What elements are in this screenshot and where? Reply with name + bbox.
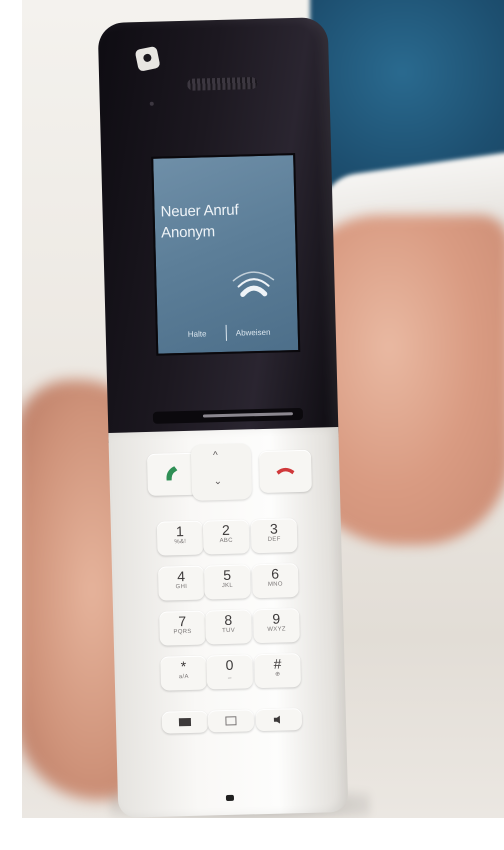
status-led — [149, 101, 154, 106]
messages-button[interactable] — [161, 710, 209, 734]
nav-up-arrow[interactable]: ^ — [213, 450, 218, 461]
key-5[interactable]: 5 JKL — [203, 564, 251, 600]
key-0[interactable]: 0 _ — [206, 654, 254, 690]
caller-title: Neuer Anruf — [160, 201, 239, 221]
key-3[interactable]: 3 DEF — [250, 518, 298, 554]
end-call-icon — [276, 467, 295, 475]
bottom-margin — [0, 818, 504, 850]
softkey-accept[interactable]: Halte — [188, 329, 207, 338]
speaker-button[interactable] — [255, 708, 303, 732]
softkey-bar: Halte Abweisen — [158, 323, 298, 345]
menu-icon — [225, 716, 237, 726]
photo-scene: Neuer Anruf Anonym Halte Abweisen ^ ⌄ 1 … — [0, 0, 504, 850]
softkey-divider — [225, 324, 227, 341]
key-6[interactable]: 6 MNO — [251, 563, 299, 599]
phone-top-panel: Neuer Anruf Anonym Halte Abweisen — [97, 17, 339, 444]
brand-logo — [134, 45, 161, 72]
speaker-icon — [273, 715, 281, 724]
nav-down-arrow[interactable]: ⌄ — [214, 476, 223, 487]
menu-button[interactable] — [207, 709, 255, 733]
key-9[interactable]: 9 WXYZ — [253, 608, 300, 644]
keypad-panel: ^ ⌄ 1 %&! 2 ABC 3 DEF 4 GHI 5 JKL 6 MNO 7 PQRS … — [108, 426, 349, 818]
caller-name: Anonym — [160, 223, 216, 242]
ringing-handset-icon — [232, 271, 275, 297]
cordless-phone: Neuer Anruf Anonym Halte Abweisen ^ ⌄ 1 … — [97, 17, 349, 818]
left-margin — [0, 0, 22, 850]
call-icon — [166, 466, 178, 481]
navigation-key[interactable]: ^ ⌄ — [190, 443, 253, 501]
key-star[interactable]: * a/A — [160, 655, 208, 691]
key-8[interactable]: 8 TUV — [205, 609, 252, 645]
key-7[interactable]: 7 PQRS — [159, 610, 206, 646]
key-hash[interactable]: # ⊕ — [254, 653, 302, 689]
end-call-button[interactable] — [258, 449, 312, 494]
key-2[interactable]: 2 ABC — [202, 519, 250, 555]
earpiece-speaker — [187, 76, 258, 91]
key-4[interactable]: 4 GHI — [157, 565, 205, 601]
key-1[interactable]: 1 %&! — [156, 520, 204, 556]
softkey-reject[interactable]: Abweisen — [236, 328, 271, 338]
envelope-icon — [178, 717, 192, 727]
phone-display: Neuer Anruf Anonym Halte Abweisen — [151, 153, 301, 356]
slider-hinge — [152, 407, 304, 424]
microphone-hole — [225, 794, 235, 802]
